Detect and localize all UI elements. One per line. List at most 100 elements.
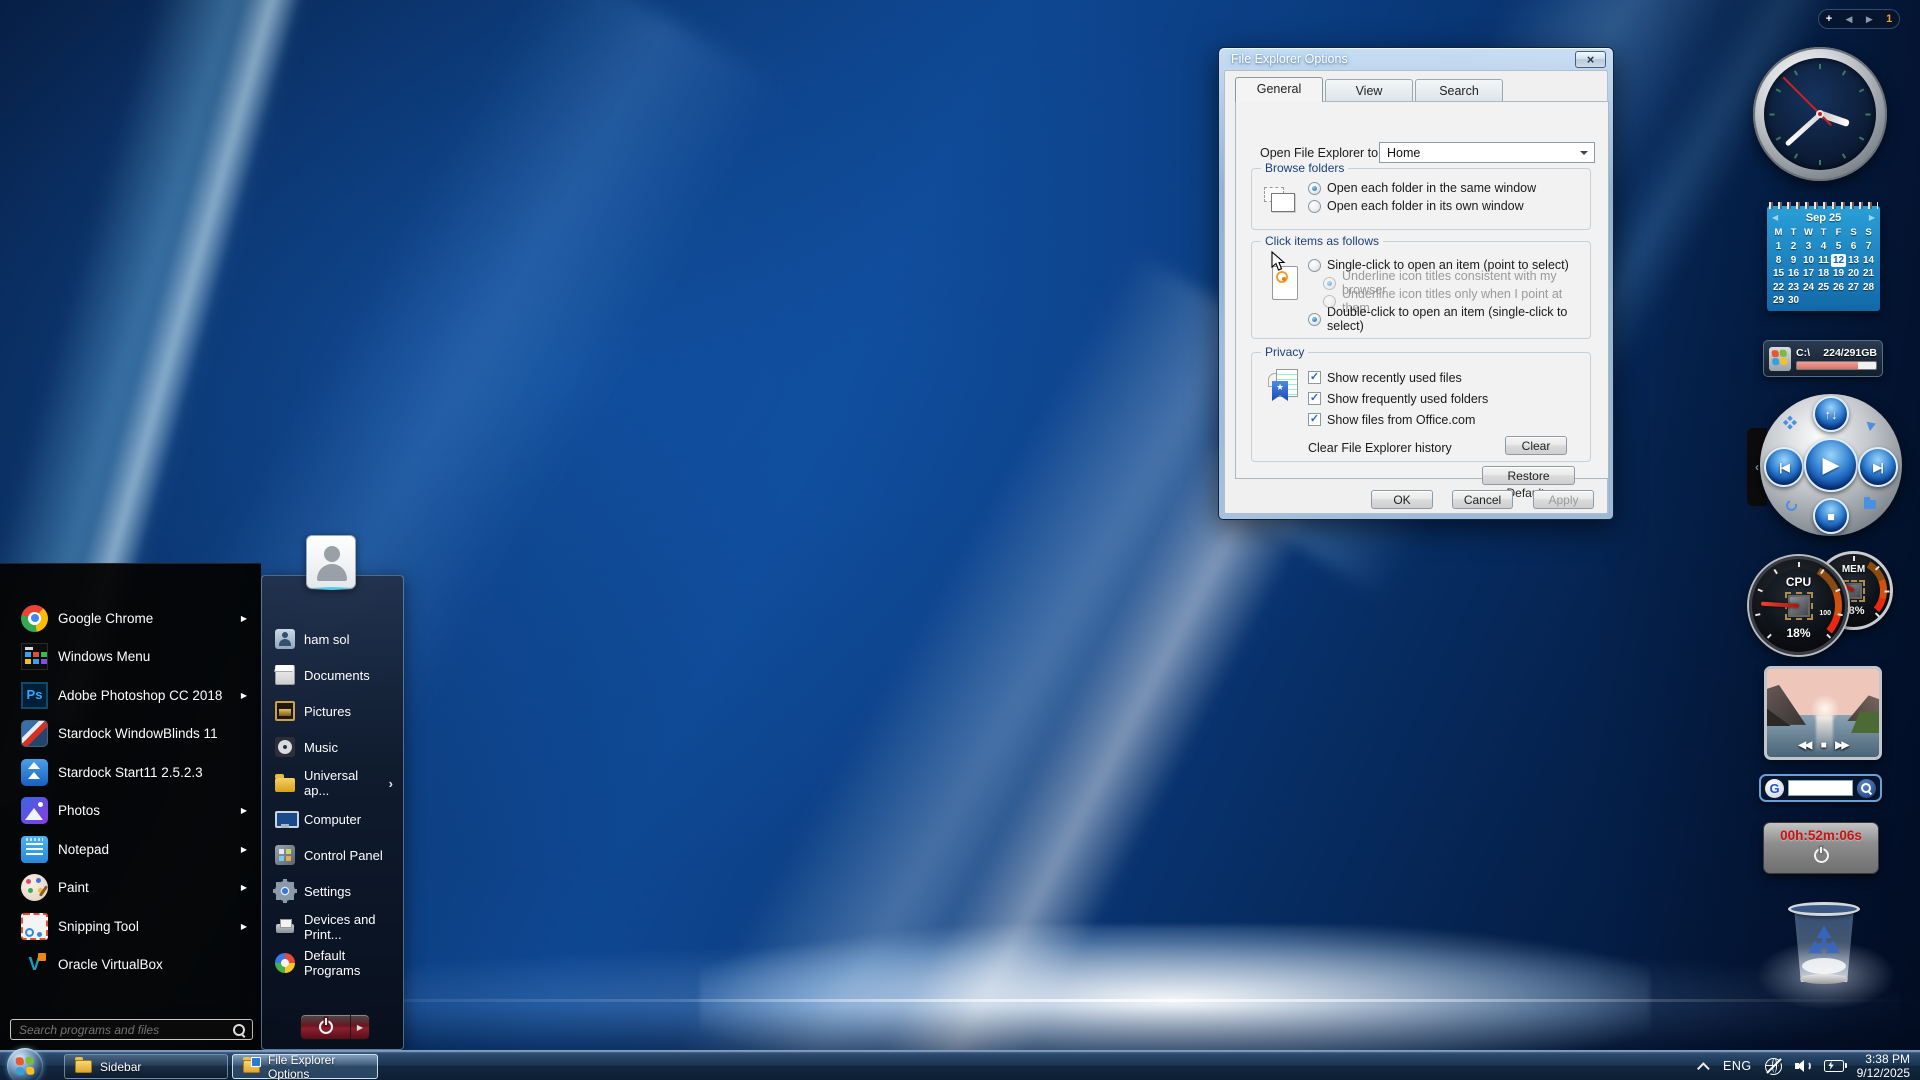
media-next-button[interactable]: ▶| <box>1858 447 1898 487</box>
radio-option-double-click-to-open-an-item[interactable]: Double-click to open an item (single-cli… <box>1308 305 1590 333</box>
gadget-search-input[interactable] <box>1788 780 1853 796</box>
media-shuffle-button[interactable]: ↑↓ <box>1813 396 1849 432</box>
radio-option-open-each-folder-in-the-same[interactable]: Open each folder in the same window <box>1308 179 1536 197</box>
power-button[interactable]: ▶ <box>300 1014 370 1040</box>
checkbox-option-show-recently-used-files[interactable]: ✓ Show recently used files <box>1308 367 1488 388</box>
calendar-date[interactable]: 29 <box>1771 294 1786 308</box>
drive-meter-gadget[interactable]: C:\ 224/291GB <box>1763 340 1883 377</box>
add-gadget-button[interactable]: + <box>1826 13 1832 25</box>
radio-icon[interactable] <box>1308 199 1321 213</box>
gadget-prev-button[interactable]: ◀ <box>1846 14 1853 25</box>
calendar-date[interactable]: 21 <box>1861 267 1876 281</box>
open-to-dropdown[interactable]: Home <box>1379 142 1595 163</box>
network-icon[interactable] <box>1764 1057 1782 1075</box>
close-button[interactable]: × <box>1575 51 1606 68</box>
tab-search[interactable]: Search <box>1415 79 1503 102</box>
checkbox-option-show-frequently-used-folders[interactable]: ✓ Show frequently used folders <box>1308 388 1488 409</box>
clear-button[interactable]: Clear <box>1505 436 1567 455</box>
checkbox-icon[interactable]: ✓ <box>1308 392 1321 405</box>
start-menu-item-adobe-photoshop-cc-2018[interactable]: Ps Adobe Photoshop CC 2018 ▶ <box>0 676 261 715</box>
start-menu-item-control-panel[interactable]: Control Panel <box>262 837 403 873</box>
radio-option-open-each-folder-in-its-own-[interactable]: Open each folder in its own window <box>1308 197 1536 215</box>
radio-icon[interactable] <box>1323 276 1336 290</box>
calendar-date[interactable]: 22 <box>1771 281 1786 295</box>
shutdown-button[interactable] <box>301 1015 351 1039</box>
calendar-date[interactable]: 15 <box>1771 267 1786 281</box>
recycle-bin[interactable] <box>1756 900 1896 1010</box>
clock-gadget[interactable] <box>1753 47 1887 181</box>
calendar-date[interactable]: 13 <box>1846 254 1861 268</box>
calendar-date[interactable]: 2 <box>1786 240 1801 254</box>
start-menu-item-google-chrome[interactable]: Google Chrome ▶ <box>0 599 261 638</box>
timer-power-button[interactable] <box>1813 847 1829 863</box>
radio-icon[interactable] <box>1323 294 1336 308</box>
picture-stop-button[interactable]: ■ <box>1821 740 1827 751</box>
start-menu-item-oracle-virtualbox[interactable]: V Oracle VirtualBox <box>0 946 261 985</box>
picture-rewind-button[interactable]: ◀◀ <box>1798 740 1812 751</box>
calendar-date[interactable]: 16 <box>1786 267 1801 281</box>
start-menu-item-devices-and-print[interactable]: Devices and Print... <box>262 909 403 945</box>
start-menu-item-music[interactable]: Music <box>262 729 403 765</box>
battery-icon[interactable] <box>1823 1060 1848 1072</box>
cpu-gauge-gadget[interactable]: CPU 100 18% <box>1749 556 1848 655</box>
start-menu-item-settings[interactable]: Settings <box>262 873 403 909</box>
user-avatar[interactable] <box>306 535 356 590</box>
calendar-date[interactable]: 4 <box>1816 240 1831 254</box>
search-icon[interactable] <box>232 1023 246 1037</box>
start-menu-item-stardock-windowblinds-11[interactable]: Stardock WindowBlinds 11 <box>0 715 261 754</box>
calendar-date[interactable]: 1 <box>1771 240 1786 254</box>
ok-button[interactable]: OK <box>1371 490 1433 509</box>
start-menu-item-paint[interactable]: Paint ▶ <box>0 869 261 908</box>
start-menu-item-windows-menu[interactable]: Windows Menu <box>0 638 261 677</box>
calendar-date[interactable]: 9 <box>1786 254 1801 268</box>
picture-forward-button[interactable]: ▶▶ <box>1835 740 1849 751</box>
calendar-date[interactable]: 24 <box>1801 281 1816 295</box>
calendar-date[interactable]: 20 <box>1846 267 1861 281</box>
calendar-date[interactable]: 26 <box>1831 281 1846 295</box>
start-menu-item-photos[interactable]: Photos ▶ <box>0 792 261 831</box>
calendar-next-icon[interactable]: ▶ <box>1869 213 1875 222</box>
gadget-next-button[interactable]: ▶ <box>1866 14 1873 25</box>
calendar-date[interactable]: 27 <box>1846 281 1861 295</box>
apply-button[interactable]: Apply <box>1533 490 1594 509</box>
media-repeat-icon[interactable] <box>1784 498 1799 513</box>
start-menu-item-notepad[interactable]: Notepad ▶ <box>0 830 261 869</box>
calendar-date[interactable]: 28 <box>1861 281 1876 295</box>
calendar-date[interactable]: 7 <box>1861 240 1876 254</box>
start-menu-item-documents[interactable]: Documents <box>262 657 403 693</box>
calendar-date[interactable]: 19 <box>1831 267 1846 281</box>
start-search-input[interactable] <box>17 1021 232 1038</box>
start-menu-item-ham-sol[interactable]: ham sol <box>262 621 403 657</box>
tab-view[interactable]: View <box>1325 79 1413 102</box>
calendar-date[interactable]: 18 <box>1816 267 1831 281</box>
calendar-date[interactable]: 11 <box>1816 254 1831 268</box>
checkbox-option-show-files-from-office-com[interactable]: ✓ Show files from Office.com <box>1308 409 1488 430</box>
volume-icon[interactable] <box>1794 1059 1811 1073</box>
calendar-date[interactable]: 30 <box>1786 294 1801 308</box>
calendar-date[interactable]: 12 <box>1831 253 1846 267</box>
language-indicator[interactable]: ENG <box>1723 1059 1752 1073</box>
start-menu-item-pictures[interactable]: Pictures <box>262 693 403 729</box>
start-menu-item-snipping-tool[interactable]: Snipping Tool ▶ <box>0 907 261 946</box>
media-play-button[interactable]: ▶ <box>1804 438 1858 492</box>
taskbar-button-file-explorer-options[interactable]: File Explorer Options <box>232 1053 378 1080</box>
checkbox-icon[interactable]: ✓ <box>1308 371 1321 384</box>
calendar-date[interactable]: 17 <box>1801 267 1816 281</box>
taskbar-button-sidebar[interactable]: Sidebar <box>64 1054 228 1079</box>
start-menu-item-stardock-start11-2-5-2-3[interactable]: Stardock Start11 2.5.2.3 <box>0 753 261 792</box>
calendar-date[interactable]: 23 <box>1786 281 1801 295</box>
media-note-icon[interactable] <box>1866 418 1878 432</box>
media-stop-button[interactable]: ■ <box>1813 498 1849 534</box>
start-menu-item-default-programs[interactable]: Default Programs <box>262 945 403 981</box>
calendar-date[interactable]: 6 <box>1846 240 1861 254</box>
tab-general[interactable]: General <box>1235 77 1323 102</box>
start-button[interactable] <box>7 1048 43 1080</box>
calendar-date[interactable]: 10 <box>1801 254 1816 268</box>
radio-icon[interactable] <box>1308 312 1321 326</box>
media-previous-button[interactable]: |◀ <box>1764 447 1804 487</box>
calendar-date[interactable]: 5 <box>1831 240 1846 254</box>
checkbox-icon[interactable]: ✓ <box>1308 413 1321 426</box>
power-options-arrow[interactable]: ▶ <box>351 1015 369 1039</box>
restore-defaults-button[interactable]: Restore Defaults <box>1482 466 1575 500</box>
media-grid-icon[interactable] <box>1782 416 1799 433</box>
